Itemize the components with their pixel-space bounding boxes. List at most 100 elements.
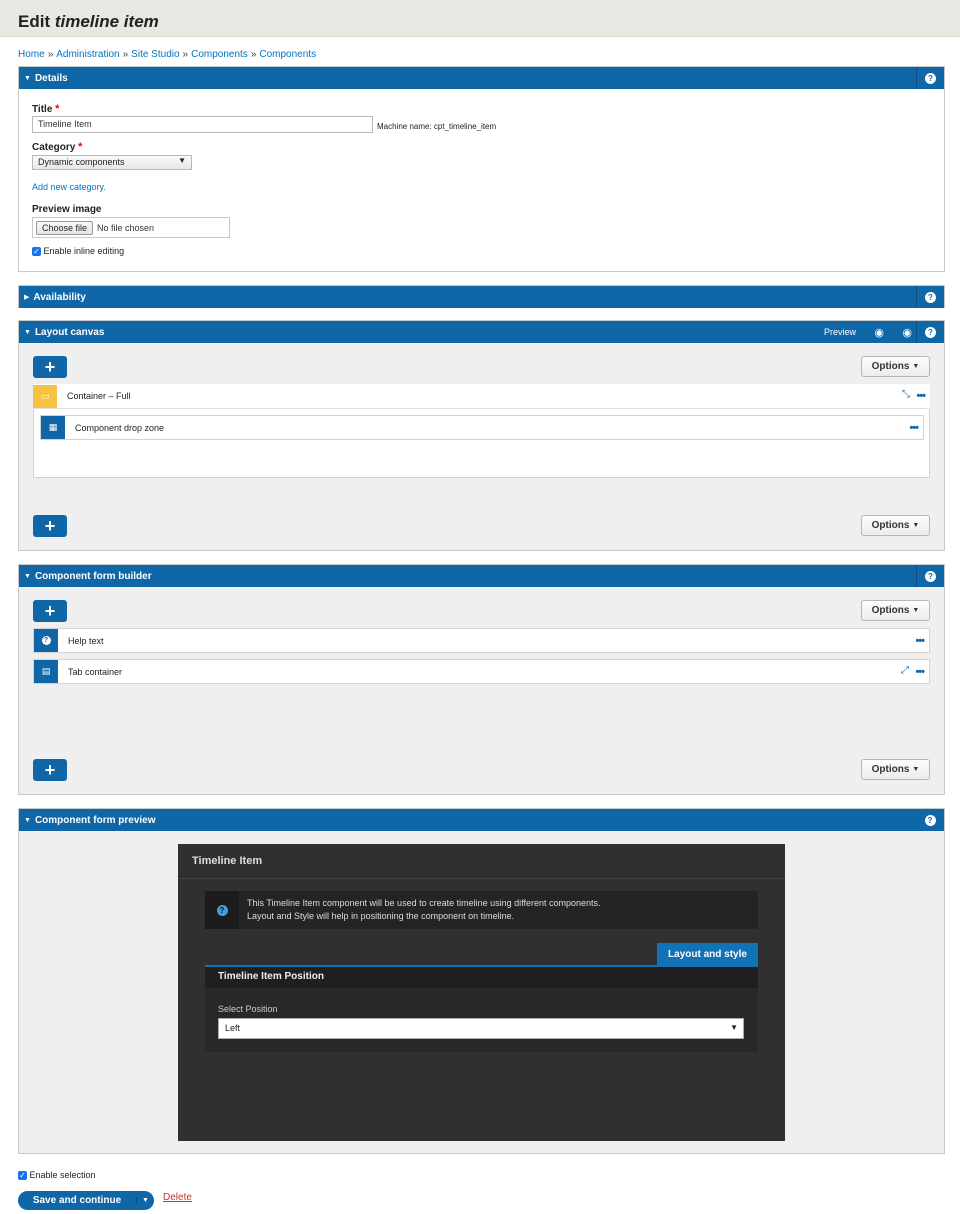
title-input[interactable]: Timeline Item (32, 116, 373, 133)
layout-canvas-heading: Layout canvas (34, 326, 105, 338)
layout-canvas-panel: ▼ Layout canvas Preview ◉ ◉ ? + Options ▼… (18, 320, 945, 551)
section-title: Timeline Item Position (205, 967, 758, 988)
preview-label: Preview (823, 327, 856, 337)
availability-heading: Availability (33, 291, 86, 303)
add-category-link[interactable]: Add new category. (32, 182, 106, 192)
add-element-button-bottom[interactable]: + (33, 515, 67, 537)
caret-down-icon: ▼ (24, 816, 31, 824)
choose-file-button[interactable]: Choose file (36, 220, 94, 235)
preview-title: Timeline Item (192, 855, 263, 867)
breadcrumb-site-studio[interactable]: Site Studio (131, 49, 179, 60)
form-preview-panel: ▼ Component form preview ? Timeline Item… (18, 808, 945, 1154)
dropdown-arrow-icon: ▼ (730, 1023, 738, 1032)
delete-link[interactable]: Delete (163, 1192, 192, 1203)
drop-zone-label: Component drop zone (75, 422, 165, 433)
help-line-1: This Timeline Item component will be use… (247, 898, 601, 908)
question-icon: ? (925, 291, 936, 303)
question-icon: ? (924, 814, 936, 826)
more-menu-icon[interactable]: ••• (909, 422, 919, 434)
preview-image-label: Preview image (32, 204, 102, 215)
inline-editing-option[interactable]: ✓ Enable inline editing (32, 246, 125, 257)
options-button-bottom[interactable]: Options ▼ (861, 759, 930, 780)
no-file-text: No file chosen (97, 222, 155, 233)
more-menu-icon[interactable]: ••• (916, 390, 926, 402)
question-icon: ? (925, 570, 936, 582)
dropdown-arrow-icon: ▼ (178, 156, 186, 165)
info-icon: ? (216, 904, 228, 916)
save-and-continue-button[interactable]: Save and continue ▼ (18, 1191, 154, 1210)
help-text-row[interactable]: ? Help text ••• (33, 628, 930, 653)
help-box: ? This Timeline Item component will be u… (205, 891, 758, 929)
details-header[interactable]: ▼ Details ? (19, 67, 944, 89)
question-icon: ? (925, 326, 936, 338)
enable-selection-label: Enable selection (29, 1170, 96, 1180)
form-builder-panel: ▼ Component form builder ? + Options ▼ ? … (18, 564, 945, 795)
page-title: Edit timeline item (18, 12, 159, 31)
options-button[interactable]: Options ▼ (861, 356, 930, 377)
help-icon-cell: ? (205, 891, 239, 929)
details-heading: Details (34, 72, 68, 84)
breadcrumb-home[interactable]: Home (18, 49, 45, 60)
help-button[interactable]: ? (916, 809, 944, 831)
enable-selection-option[interactable]: ✓ Enable selection (18, 1170, 96, 1181)
preview-window: Timeline Item ? This Timeline Item compo… (178, 844, 785, 1141)
add-element-button[interactable]: + (33, 356, 67, 378)
availability-panel: ▶ Availability ? (18, 285, 945, 308)
inline-editing-checkbox[interactable]: ✓ (32, 247, 41, 257)
select-position-label: Select Position (218, 1004, 278, 1014)
help-button[interactable]: ? (916, 286, 944, 308)
caret-right-icon: ▶ (24, 294, 30, 301)
breadcrumb-administration[interactable]: Administration (56, 49, 119, 60)
breadcrumb-components-2[interactable]: Components (259, 49, 316, 60)
save-label: Save and continue (32, 1195, 122, 1206)
tab-container-label: Tab container (68, 666, 123, 677)
tab-container-row[interactable]: ▤ Tab container ⤢ ••• (33, 659, 930, 684)
tab-container-icon: ▤ (34, 660, 58, 683)
help-line-2: Layout and Style will help in positionin… (247, 911, 515, 921)
container-icon: ▭ (33, 384, 57, 408)
category-label: Category * (32, 141, 83, 153)
help-button[interactable]: ? (916, 321, 944, 343)
expand-icon[interactable]: ⤢ (901, 665, 909, 676)
position-select[interactable]: Left ▼ (218, 1018, 744, 1039)
collapse-icon[interactable]: ⤡ (902, 389, 910, 400)
caret-down-icon: ▼ (24, 74, 31, 82)
drop-zone-icon: ▦ (41, 416, 65, 439)
question-icon: ? (925, 72, 936, 84)
caret-down-icon: ▼ (24, 328, 31, 336)
help-button[interactable]: ? (916, 565, 944, 587)
form-builder-header[interactable]: ▼ Component form builder ? (19, 565, 944, 587)
more-menu-icon[interactable]: ••• (915, 666, 925, 678)
eye-settings-icon[interactable]: ◉ (902, 326, 912, 339)
machine-name: Machine name: cpt_timeline_item (377, 122, 497, 131)
file-input[interactable]: Choose file No file chosen (32, 217, 230, 238)
help-text-icon: ? (34, 629, 58, 652)
add-field-button[interactable]: + (33, 600, 67, 622)
add-field-button-bottom[interactable]: + (33, 759, 67, 781)
save-dropdown-icon[interactable]: ▼ (136, 1197, 154, 1204)
layout-canvas-header[interactable]: ▼ Layout canvas Preview ◉ ◉ ? (19, 321, 944, 343)
form-builder-heading: Component form builder (34, 570, 152, 582)
tab-layout-and-style[interactable]: Layout and style (657, 943, 758, 965)
inline-editing-label: Enable inline editing (43, 246, 125, 256)
container-full-row[interactable]: ▭ Container – Full ⤡ ••• (33, 384, 930, 409)
help-button[interactable]: ? (916, 67, 944, 89)
title-label: Title * (32, 103, 60, 115)
form-preview-heading: Component form preview (34, 814, 156, 826)
breadcrumb: Home» Administration» Site Studio» Componen… (18, 49, 317, 60)
container-full-label: Container – Full (67, 391, 131, 401)
availability-header[interactable]: ▶ Availability ? (19, 286, 944, 308)
caret-down-icon: ▼ (24, 572, 31, 580)
form-preview-header[interactable]: ▼ Component form preview ? (19, 809, 944, 831)
tab-content: Timeline Item Position Select Position L… (205, 967, 758, 1052)
help-text-label: Help text (68, 635, 104, 646)
eye-icon[interactable]: ◉ (874, 326, 884, 339)
breadcrumb-components[interactable]: Components (191, 49, 248, 60)
details-panel: ▼ Details ? Title * Timeline Item Machin… (18, 66, 945, 272)
options-button-bottom[interactable]: Options ▼ (861, 515, 930, 536)
enable-selection-checkbox[interactable]: ✓ (18, 1171, 27, 1181)
category-select[interactable]: Dynamic components ▼ (32, 155, 192, 170)
drop-zone-row[interactable]: ▦ Component drop zone ••• (40, 415, 924, 440)
more-menu-icon[interactable]: ••• (915, 635, 925, 647)
options-button[interactable]: Options ▼ (861, 600, 930, 621)
